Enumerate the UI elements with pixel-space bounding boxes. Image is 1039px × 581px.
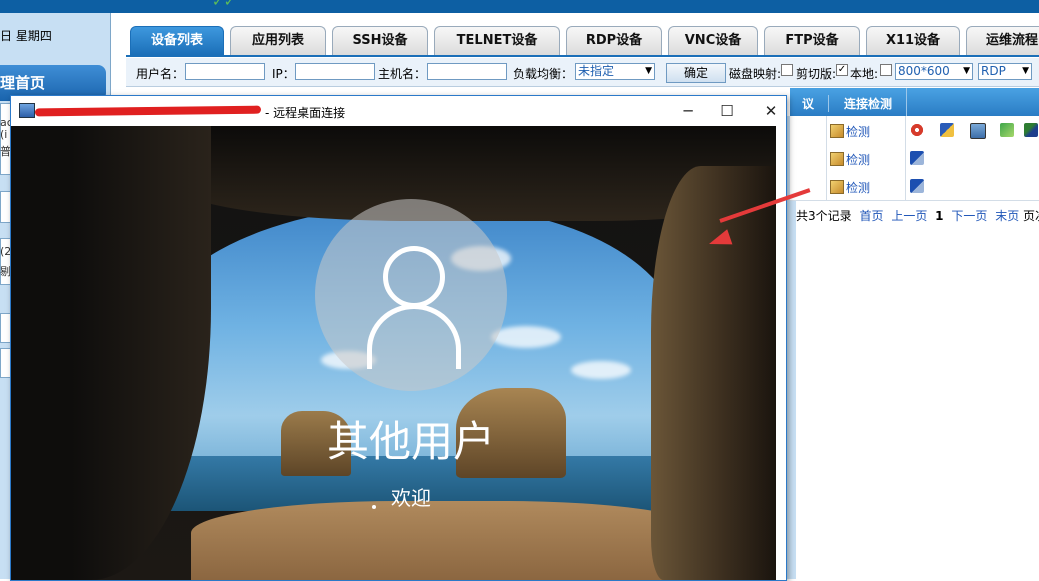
detect-icon — [830, 180, 844, 194]
clipboard-label: 剪切版: — [796, 67, 837, 81]
prev-page-link[interactable]: 上一页 — [891, 209, 927, 223]
wallpaper-cave — [11, 126, 211, 580]
detect-label: 检测 — [846, 181, 871, 195]
detect-label: 检测 — [846, 125, 871, 139]
wallpaper-cloud — [491, 326, 561, 348]
username-input[interactable] — [185, 63, 265, 80]
resolution-select[interactable]: 800*600 ▼ — [895, 63, 973, 80]
username-label: 用户名： — [136, 67, 185, 81]
remote-desktop-app-icon — [19, 103, 35, 118]
protocol-select[interactable]: RDP ▼ — [978, 63, 1032, 80]
ip-label: IP： — [272, 67, 295, 81]
tab-bar: 设备列表 应用列表 SSH设备 TELNET设备 RDP设备 VNC设备 FTP… — [126, 26, 1039, 56]
wallpaper-sand — [191, 501, 711, 580]
header-divider — [906, 88, 907, 116]
loadbalance-label: 负载均衡： — [513, 67, 574, 81]
hostname-input[interactable] — [427, 63, 507, 80]
filter-bar: 用户名： IP： 主机名： 负载均衡： 未指定 ▼ 确定 磁盘映射: 剪切版: ✓… — [126, 58, 1039, 87]
tab-ftp[interactable]: FTP设备 — [764, 26, 860, 55]
clipboard-checkbox[interactable]: ✓ — [836, 64, 848, 76]
tab-vnc[interactable]: VNC设备 — [668, 26, 758, 55]
ip-input[interactable] — [295, 63, 375, 80]
table-cell — [790, 116, 827, 144]
detect-label: 检测 — [846, 153, 871, 167]
pagination: 共3个记录 首页 上一页 1 下一页 末页 页次 — [796, 207, 1039, 224]
chevron-down-icon: ▼ — [645, 66, 652, 76]
local-label: 本地: — [850, 67, 879, 81]
last-page-link[interactable]: 末页 — [995, 209, 1019, 223]
chevron-down-icon: ▼ — [963, 66, 970, 76]
wallpaper-cloud — [571, 361, 631, 379]
detect-link[interactable]: 检测 — [830, 179, 870, 196]
loadbalance-value: 未指定 — [578, 64, 615, 78]
confirm-button[interactable]: 确定 — [666, 63, 726, 83]
remote-desktop-icon[interactable] — [940, 123, 954, 137]
minimize-button[interactable]: ─ — [678, 101, 698, 121]
user-name: 其他用户 — [326, 417, 495, 466]
disk-map-checkbox[interactable] — [781, 64, 793, 76]
record-count: 共3个记录 — [796, 209, 852, 223]
rdp-window[interactable]: - 远程桌面连接 ─ ☐ ✕ 其他用户 欢迎 — [10, 95, 787, 581]
sidebar-home-label: 理首页 — [0, 74, 46, 92]
local-checkbox[interactable] — [880, 64, 892, 76]
tab-ssh[interactable]: SSH设备 — [332, 26, 428, 55]
detect-link[interactable]: 检测 — [830, 123, 870, 140]
table-cell — [790, 144, 827, 172]
protocol-value: RDP — [981, 64, 1006, 78]
tab-telnet[interactable]: TELNET设备 — [434, 26, 560, 55]
first-page-link[interactable]: 首页 — [859, 209, 883, 223]
vnc-icon[interactable] — [1000, 123, 1014, 137]
col-protocol-header: 议 — [801, 97, 814, 111]
tab-device-list[interactable]: 设备列表 — [130, 26, 224, 55]
tab-ops-flow[interactable]: 运维流程 — [966, 26, 1039, 55]
tab-x11[interactable]: X11设备 — [866, 26, 960, 55]
connect-icon[interactable] — [910, 123, 924, 137]
loadbalance-select[interactable]: 未指定 ▼ — [575, 63, 655, 80]
detect-icon — [830, 124, 844, 138]
logo-icon: ✓✓ — [212, 0, 236, 10]
network-icon[interactable] — [1024, 123, 1038, 137]
monitor-icon[interactable] — [970, 123, 986, 139]
chevron-down-icon: ▼ — [1022, 66, 1029, 76]
disk-map-label: 磁盘映射: — [729, 67, 782, 81]
close-button[interactable]: ✕ — [761, 101, 781, 121]
welcome-text: 欢迎 — [391, 486, 431, 510]
user-icon — [383, 246, 445, 308]
detect-icon — [830, 152, 844, 166]
resolution-value: 800*600 — [898, 64, 950, 78]
login-screen: 其他用户 欢迎 — [11, 126, 776, 580]
rdp-titlebar[interactable]: - 远程桌面连接 ─ ☐ ✕ — [11, 96, 786, 126]
sidebar-fragment: (i — [0, 128, 8, 141]
hostname-label: 主机名： — [378, 67, 427, 81]
table-header: 议 连接检测 — [790, 88, 1039, 116]
tab-rdp[interactable]: RDP设备 — [566, 26, 662, 55]
table-row: 检测 — [790, 116, 1039, 145]
redacted-host-address — [34, 105, 262, 117]
maximize-button[interactable]: ☐ — [717, 101, 737, 121]
top-banner: ✓✓ — [0, 0, 1039, 13]
wallpaper-cave — [651, 166, 776, 580]
tab-app-list[interactable]: 应用列表 — [230, 26, 326, 55]
remote-desktop-icon[interactable] — [910, 151, 924, 165]
table-row: 检测 — [790, 172, 1039, 201]
next-page-link[interactable]: 下一页 — [951, 209, 987, 223]
rdp-window-title: - 远程桌面连接 — [265, 106, 346, 120]
page-order-label: 页次 — [1023, 209, 1039, 223]
current-page: 1 — [935, 209, 944, 223]
detect-link[interactable]: 检测 — [830, 151, 870, 168]
table-row: 检测 — [790, 144, 1039, 173]
remote-desktop-icon[interactable] — [910, 179, 924, 193]
tab-underline — [126, 55, 1039, 57]
col-detect-header: 连接检测 — [828, 95, 907, 112]
date-label: 日 星期四 — [0, 29, 52, 43]
